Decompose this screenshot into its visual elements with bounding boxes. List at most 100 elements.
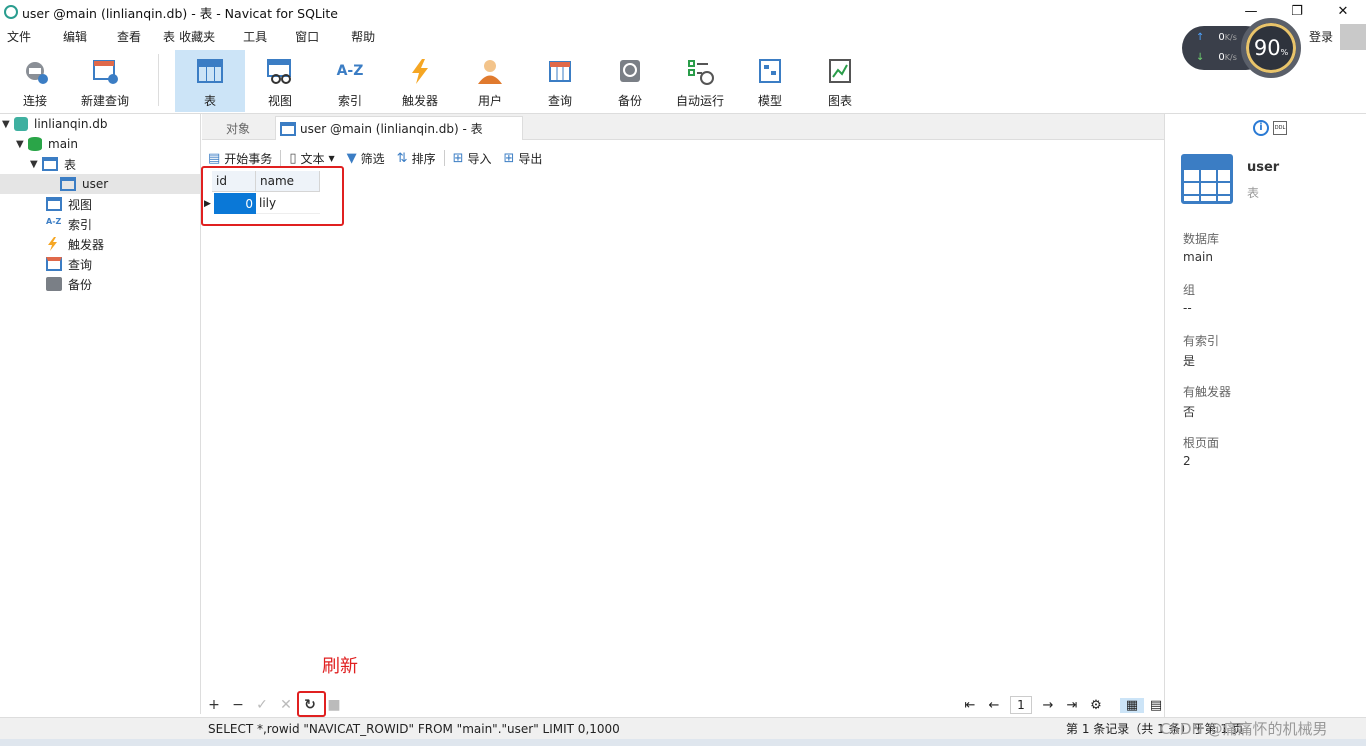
upload-arrow-icon: ↑ <box>1196 32 1205 43</box>
text-view-button[interactable]: ▯ 文本 ▼ <box>289 150 334 167</box>
toolbar-index-button[interactable]: A-Z 索引 <box>315 50 385 112</box>
trigger-icon <box>46 237 62 251</box>
sort-button[interactable]: ⇅ 排序 <box>397 150 436 167</box>
avatar[interactable] <box>1340 24 1366 50</box>
next-page-icon[interactable]: → <box>1036 698 1060 713</box>
tree-item-user[interactable]: user <box>0 174 200 194</box>
toolbar-divider <box>158 54 159 106</box>
highlight-box-data <box>201 166 344 226</box>
user-icon <box>475 56 505 86</box>
login-link[interactable]: 登录 <box>1309 28 1333 45</box>
menu-help[interactable]: 帮助 <box>344 28 384 45</box>
page-number-input[interactable]: 1 <box>1010 696 1032 714</box>
table-icon <box>60 177 76 191</box>
discard-changes-button[interactable]: ✕ <box>274 697 298 713</box>
toolbar-view-button[interactable]: 视图 <box>245 50 315 112</box>
query-icon <box>545 56 575 86</box>
tab-objects[interactable]: 对象 <box>202 116 274 140</box>
import-icon: ⊞ <box>452 150 464 166</box>
model-icon <box>755 56 785 86</box>
filter-icon: ▼ <box>346 150 357 166</box>
tree-item-indexes[interactable]: A-Z 索引 <box>46 214 92 234</box>
tree-item-queries[interactable]: 查询 <box>46 254 92 274</box>
toolbar-connect-button[interactable]: 连接 <box>0 50 70 112</box>
tree-item-triggers[interactable]: 触发器 <box>46 234 104 254</box>
begin-transaction-button[interactable]: ▤ 开始事务 <box>208 150 272 167</box>
delete-record-button[interactable]: − <box>226 697 250 713</box>
toolbar-table-button[interactable]: 表 <box>175 50 245 112</box>
table-icon <box>280 121 296 136</box>
menu-bar: 文件 编辑 查看 表 收藏夹 工具 窗口 帮助 <box>0 24 1100 48</box>
toolbar-backup-button[interactable]: 备份 <box>595 50 665 112</box>
refresh-annotation: 刷新 <box>322 656 358 677</box>
toolbar-model-button[interactable]: 模型 <box>735 50 805 112</box>
field-value-has-trigger: 否 <box>1183 405 1196 419</box>
toolbar-index-label: 索引 <box>337 94 362 108</box>
toolbar-trigger-label: 触发器 <box>401 94 438 108</box>
begin-transaction-label: 开始事务 <box>224 151 273 166</box>
menu-edit[interactable]: 编辑 <box>56 28 96 45</box>
ddl-icon[interactable]: DDL <box>1273 121 1287 135</box>
gear-icon[interactable]: ⚙ <box>1084 698 1108 713</box>
plug-icon <box>20 56 50 86</box>
toolbar-chart-button[interactable]: 图表 <box>805 50 875 112</box>
field-value-database: main <box>1183 250 1213 264</box>
last-page-icon[interactable]: ⇥ <box>1060 698 1084 713</box>
table-toolbar: ▤ 开始事务 ▯ 文本 ▼ ▼ 筛选 ⇅ 排序 ⊞ 导入 ⊞ 导出 <box>202 146 1164 170</box>
sort-icon: ⇅ <box>396 150 408 166</box>
toolbar-view-label: 视图 <box>267 94 292 108</box>
filter-button[interactable]: ▼ 筛选 <box>347 150 385 167</box>
tree-label-triggers: 触发器 <box>68 237 105 252</box>
backup-icon <box>46 277 62 291</box>
close-button[interactable]: ✕ <box>1320 0 1366 22</box>
first-page-icon[interactable]: ⇤ <box>958 698 982 713</box>
tree-label-tables: 表 <box>64 157 77 172</box>
chevron-down-icon: ▼ <box>16 138 24 150</box>
menu-table[interactable]: 表 <box>156 28 177 45</box>
menu-file[interactable]: 文件 <box>0 28 40 45</box>
refresh-button[interactable]: ↻ <box>298 697 322 713</box>
stop-button[interactable]: ■ <box>322 697 346 713</box>
automation-icon <box>685 56 715 86</box>
text-view-label: 文本 <box>300 151 325 166</box>
menu-favorites[interactable]: 收藏夹 <box>177 28 224 45</box>
trigger-icon <box>405 56 435 86</box>
field-key-root-page: 根页面 <box>1183 436 1220 450</box>
tree-item-tables[interactable]: ▼ 表 <box>30 154 76 174</box>
tree-label-indexes: 索引 <box>68 217 93 232</box>
apply-changes-button[interactable]: ✓ <box>250 697 274 713</box>
add-record-button[interactable]: + <box>202 697 226 713</box>
toolbar-connect-label: 连接 <box>22 94 47 108</box>
tab-user-table[interactable]: user @main (linlianqin.db) - 表 <box>275 116 523 140</box>
menu-window[interactable]: 窗口 <box>288 28 328 45</box>
toolbar-automation-button[interactable]: 自动运行 <box>665 50 735 112</box>
main-toolbar: 连接 新建查询 表 视图 A-Z 索引 触发器 用户 查询 备份 自动运行 模型… <box>0 48 1366 114</box>
window-controls: — ❐ ✕ <box>1228 0 1366 22</box>
tree-item-views[interactable]: 视图 <box>46 194 92 214</box>
info-icon[interactable]: i <box>1253 120 1269 136</box>
tree-label-db: linlianqin.db <box>34 117 108 131</box>
field-value-root-page: 2 <box>1183 454 1191 468</box>
new-query-icon <box>90 56 120 86</box>
grid-view-icon[interactable]: ▦ <box>1120 697 1144 713</box>
tree-item-main[interactable]: ▼ main <box>16 134 78 154</box>
toolbar-query-button[interactable]: 查询 <box>525 50 595 112</box>
backup-icon <box>615 56 645 86</box>
schema-icon <box>28 137 42 151</box>
toolbar-trigger-button[interactable]: 触发器 <box>385 50 455 112</box>
tree-label-views: 视图 <box>68 197 93 212</box>
pager: ⇤ ← 1 → ⇥ ⚙ ▦ ▤ <box>958 693 1168 717</box>
toolbar-user-button[interactable]: 用户 <box>455 50 525 112</box>
table-icon <box>195 56 225 86</box>
menu-view[interactable]: 查看 <box>110 28 150 45</box>
import-button[interactable]: ⊞ 导入 <box>453 150 492 167</box>
export-button[interactable]: ⊞ 导出 <box>504 150 543 167</box>
chart-icon <box>825 56 855 86</box>
filter-label: 筛选 <box>360 151 385 166</box>
object-name: user <box>1247 160 1280 175</box>
menu-tools[interactable]: 工具 <box>236 28 276 45</box>
prev-page-icon[interactable]: ← <box>982 698 1006 713</box>
toolbar-new-query-button[interactable]: 新建查询 <box>70 50 140 112</box>
tree-item-backups[interactable]: 备份 <box>46 274 92 294</box>
tree-item-db[interactable]: ▼ linlianqin.db <box>2 114 108 134</box>
